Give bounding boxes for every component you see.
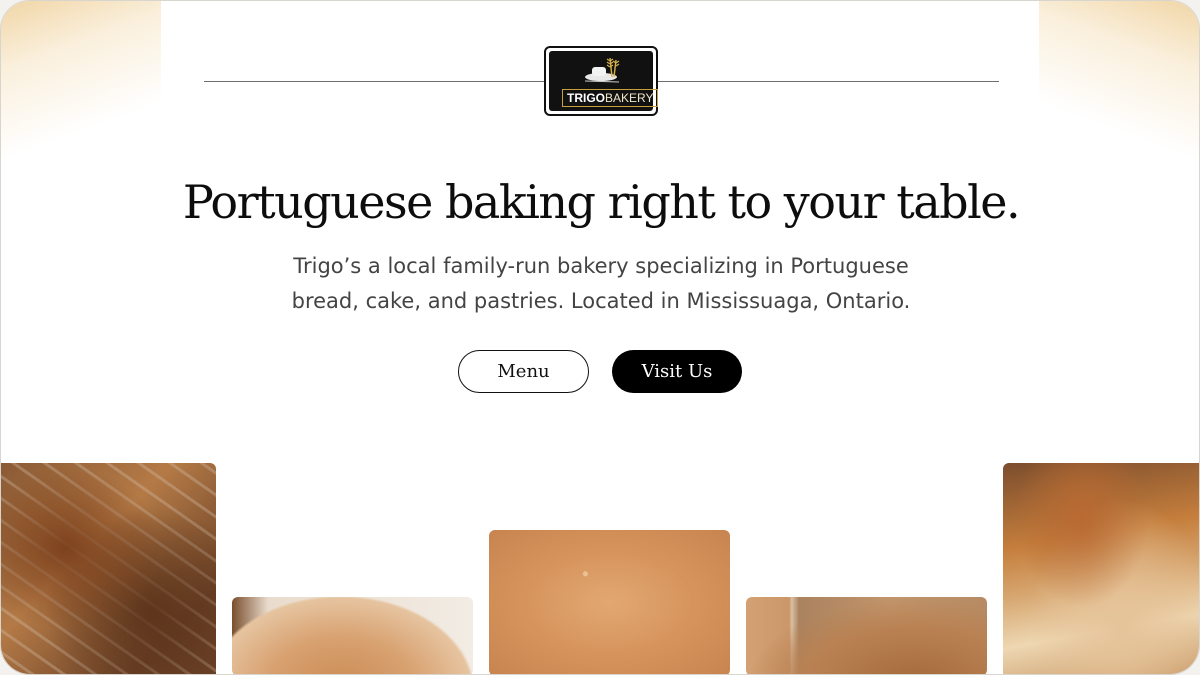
bread-crust-photo <box>1 463 216 674</box>
brand-logo[interactable]: TRIGOBAKERY <box>544 46 659 116</box>
hero-subheadline: Trigo’s a local family-run bakery specia… <box>291 254 911 313</box>
logo-plate: TRIGOBAKERY <box>549 51 659 111</box>
logo-word-bold: TRIGO <box>567 91 605 105</box>
header-divider-left <box>204 81 546 82</box>
bread-rolls-photo <box>746 597 987 674</box>
rustic-bread-photo <box>1003 463 1199 674</box>
visit-us-button[interactable]: Visit Us <box>612 350 742 393</box>
logo-wordmark: TRIGOBAKERY <box>562 89 659 107</box>
page-frame: TRIGOBAKERY Portuguese baking right to y… <box>0 0 1200 675</box>
logo-word-light: BAKERY <box>605 91 654 105</box>
light-glow-left <box>1 1 161 171</box>
hero-headline: Portuguese baking right to your table. <box>182 175 1021 229</box>
menu-button[interactable]: Menu <box>458 350 589 393</box>
light-glow-right <box>1039 1 1199 171</box>
header-divider-right <box>657 81 999 82</box>
wheat-logo-icon <box>584 57 620 83</box>
bread-top-photo <box>489 530 730 674</box>
round-loaf-photo <box>232 597 473 674</box>
